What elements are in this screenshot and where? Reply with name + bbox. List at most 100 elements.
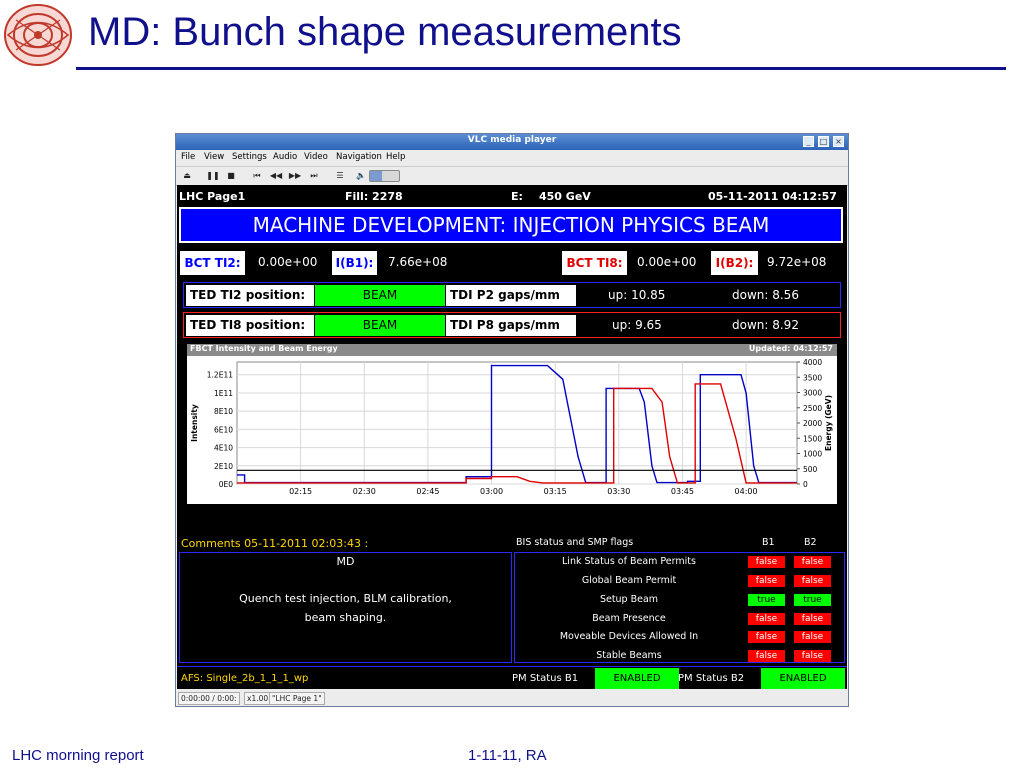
ted-ti8-row: TED TI8 position: BEAM TDI P8 gaps/mm up… — [183, 312, 841, 338]
bct-ti8-label: BCT TI8: — [562, 251, 627, 275]
tdi-p8-down: down: 8.92 — [732, 318, 799, 332]
maximize-button[interactable]: □ — [818, 136, 829, 147]
b2-column-header: B2 — [804, 537, 817, 548]
flag-label: Setup Beam — [599, 594, 659, 605]
chart-updated: Updated: 04:12:57 — [748, 344, 833, 353]
comment-line-2: beam shaping. — [304, 611, 387, 624]
y2-tick-label: 500 — [803, 465, 818, 474]
y2-tick-label: 2500 — [803, 404, 822, 413]
menu-help[interactable]: Help — [386, 152, 405, 162]
lhc-page1-display: LHC Page1 Fill: 2278 E: 450 GeV 05-11-20… — [177, 185, 847, 689]
pm-b1-label: PM Status B1 — [512, 673, 579, 684]
flag-label: Stable Beams — [596, 650, 662, 661]
bct-ti2-value: 0.00e+00 — [258, 255, 318, 269]
eject-icon[interactable]: ⏏ — [180, 169, 194, 182]
footer-date: 1-11-11, RA — [468, 747, 547, 764]
previous-icon[interactable]: ⏮ — [250, 169, 264, 182]
afs-pm-bar: AFS: Single_2b_1_1_1_wp PM Status B1 ENA… — [177, 666, 847, 690]
pm-b1-status: ENABLED — [595, 668, 679, 689]
y2-tick-label: 4000 — [803, 358, 822, 367]
y2-tick-label: 3500 — [803, 373, 822, 382]
x-tick-label: 04:00 — [735, 487, 758, 496]
flag-b1: false — [748, 650, 785, 662]
x-tick-label: 03:30 — [607, 487, 630, 496]
ib1-label: I(B1): — [332, 251, 377, 275]
volume-slider-fill — [370, 171, 382, 181]
ib2-value: 9.72e+08 — [767, 255, 827, 269]
title-rule — [76, 67, 1006, 70]
y-axis-label: Intensity — [190, 404, 199, 442]
next-icon[interactable]: ⏭ — [307, 169, 321, 182]
flag-b1: false — [748, 613, 785, 625]
menu-audio[interactable]: Audio — [273, 152, 297, 162]
playlist-icon[interactable]: ☰ — [333, 169, 347, 182]
close-button[interactable]: × — [833, 136, 844, 147]
menu-navigation[interactable]: Navigation — [336, 152, 382, 162]
rewind-icon[interactable]: ◀◀ — [269, 169, 283, 182]
menu-video[interactable]: Video — [304, 152, 328, 162]
playback-speed[interactable]: x1.00 — [244, 692, 272, 705]
fast-forward-icon[interactable]: ▶▶ — [288, 169, 302, 182]
tdi-p8-up: up: 9.65 — [612, 318, 662, 332]
tdi-p2-down: down: 8.56 — [732, 288, 799, 302]
mode-banner: MACHINE DEVELOPMENT: INJECTION PHYSICS B… — [179, 207, 843, 243]
x-tick-label: 02:45 — [416, 487, 439, 496]
tdi-p2-label: TDI P2 gaps/mm — [446, 285, 576, 306]
flag-b1: true — [748, 594, 785, 606]
menu-settings[interactable]: Settings — [232, 152, 267, 162]
energy-label: E: — [511, 190, 523, 203]
ted-ti2-label: TED TI2 position: — [186, 285, 314, 306]
x-tick-label: 03:15 — [544, 487, 567, 496]
flag-b1: false — [748, 631, 785, 643]
comment-line-1: Quench test injection, BLM calibration, — [239, 592, 452, 605]
flag-label: Link Status of Beam Permits — [562, 556, 696, 567]
ted-ti8-state: BEAM — [315, 315, 445, 336]
fbct-chart: FBCT Intensity and Beam Energy Updated: … — [187, 344, 837, 504]
y2-tick-label: 0 — [803, 480, 808, 489]
energy-value: 450 GeV — [539, 190, 591, 203]
flag-b1: false — [748, 556, 785, 568]
flag-label: Global Beam Permit — [581, 575, 677, 586]
menubar: File View Settings Audio Video Navigatio… — [176, 150, 848, 165]
x-tick-label: 03:45 — [671, 487, 694, 496]
flags-box: Link Status of Beam Permits false false … — [514, 552, 845, 663]
ted-ti8-label: TED TI8 position: — [186, 315, 314, 336]
y-tick-label: 2E10 — [214, 462, 233, 471]
afs-filling-scheme: AFS: Single_2b_1_1_1_wp — [181, 673, 309, 684]
chart-plot: 02:15 02:30 02:45 03:00 03:15 03:30 03:45 04:00… — [190, 358, 833, 496]
x-tick-label: 03:00 — [480, 487, 503, 496]
comment-title: MD — [336, 555, 355, 568]
minimize-button[interactable]: _ — [803, 136, 814, 147]
y-tick-label: 6E10 — [214, 425, 233, 434]
menu-file[interactable]: File — [181, 152, 195, 162]
tdi-p2-up: up: 10.85 — [608, 288, 666, 302]
toolbar: ⏏ ❚❚ ■ ⏮ ◀◀ ▶▶ ⏭ ☰ 🔈 — [176, 166, 848, 186]
chart-titlebar: FBCT Intensity and Beam Energy Updated: … — [187, 344, 837, 356]
now-playing: "LHC Page 1" — [269, 692, 325, 705]
comments-header: Comments 05-11-2011 02:03:43 : — [181, 537, 369, 550]
y-tick-label: 1E11 — [214, 389, 233, 398]
pm-b2-label: PM Status B2 — [678, 673, 745, 684]
volume-icon[interactable]: 🔈 — [354, 169, 368, 182]
cern-lhc-logo — [4, 4, 72, 66]
ted-ti2-state: BEAM — [315, 285, 445, 306]
flag-b1: false — [748, 575, 785, 587]
window-titlebar[interactable]: VLC media player _ □ × — [176, 134, 848, 150]
ib1-value: 7.66e+08 — [388, 255, 448, 269]
stop-icon[interactable]: ■ — [224, 169, 238, 182]
flag-label: Moveable Devices Allowed In — [559, 631, 699, 642]
y2-tick-label: 2000 — [803, 419, 822, 428]
pause-icon[interactable]: ❚❚ — [206, 169, 220, 182]
bis-header: BIS status and SMP flags — [516, 537, 634, 548]
volume-slider[interactable] — [369, 170, 400, 182]
y-tick-label: 1.2E11 — [207, 371, 233, 380]
y-tick-label: 8E10 — [214, 407, 233, 416]
flag-b2: false — [794, 650, 831, 662]
fill-number: Fill: 2278 — [345, 190, 403, 203]
bct-ti8-value: 0.00e+00 — [637, 255, 697, 269]
menu-view[interactable]: View — [204, 152, 224, 162]
y2-tick-label: 1000 — [803, 450, 822, 459]
flag-b2: true — [794, 594, 831, 606]
b1-column-header: B1 — [762, 537, 775, 548]
flag-label: Beam Presence — [592, 613, 666, 624]
